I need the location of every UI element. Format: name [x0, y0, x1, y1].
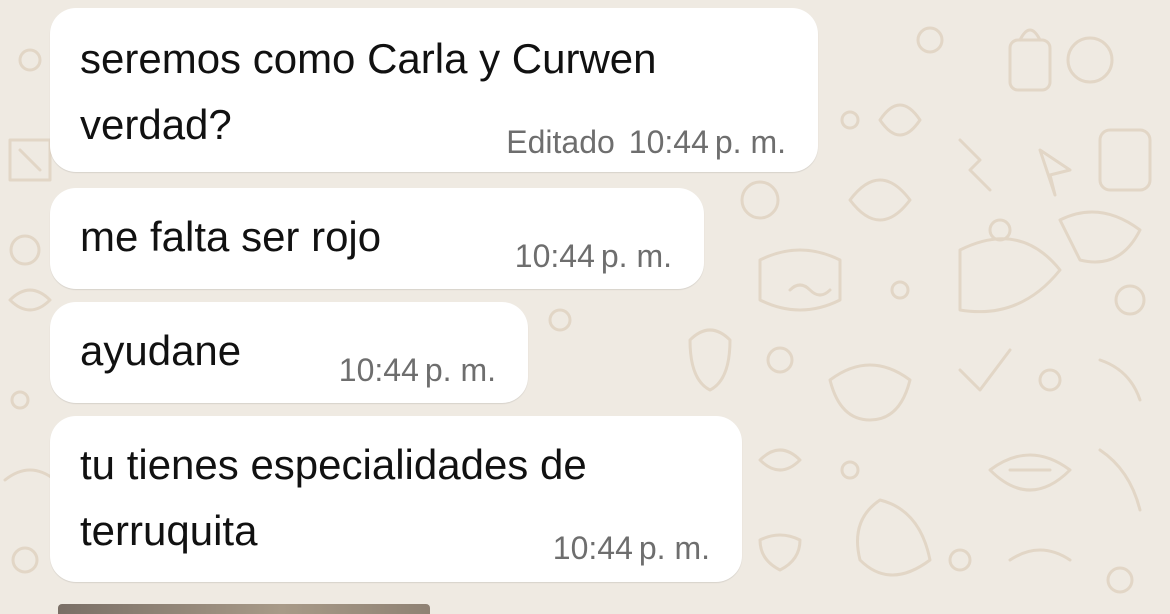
message-meta: 10:44 p. m. [553, 530, 710, 567]
edited-label: Editado [506, 124, 615, 160]
message-meta: 10:44 p. m. [515, 238, 672, 275]
message-bubble[interactable]: seremos como Carla y Curwen verdad? Edit… [50, 8, 818, 172]
message-ampm: p. m. [424, 352, 496, 388]
chat-message-list: seremos como Carla y Curwen verdad? Edit… [0, 0, 1170, 614]
message-time: 10:44 [514, 238, 595, 274]
message-ampm: p. m. [638, 530, 710, 566]
message-text: ayudane [80, 327, 242, 374]
message-meta: 10:44 p. m. [339, 352, 496, 389]
message-time: 10:44 [628, 124, 709, 160]
message-meta: Editado 10:44 p. m. [506, 124, 786, 161]
message-ampm: p. m. [600, 238, 672, 274]
message-text: tu tienes especialidades de terruquita [80, 441, 587, 554]
message-time: 10:44 [552, 530, 633, 566]
message-time: 10:44 [338, 352, 419, 388]
message-bubble[interactable]: tu tienes especialidades de terruquita 1… [50, 416, 742, 582]
media-thumbnail-partial[interactable] [58, 604, 430, 614]
message-bubble[interactable]: ayudane 10:44 p. m. [50, 302, 528, 403]
message-bubble[interactable]: me falta ser rojo 10:44 p. m. [50, 188, 704, 289]
message-text: me falta ser rojo [80, 213, 382, 260]
message-ampm: p. m. [714, 124, 786, 160]
